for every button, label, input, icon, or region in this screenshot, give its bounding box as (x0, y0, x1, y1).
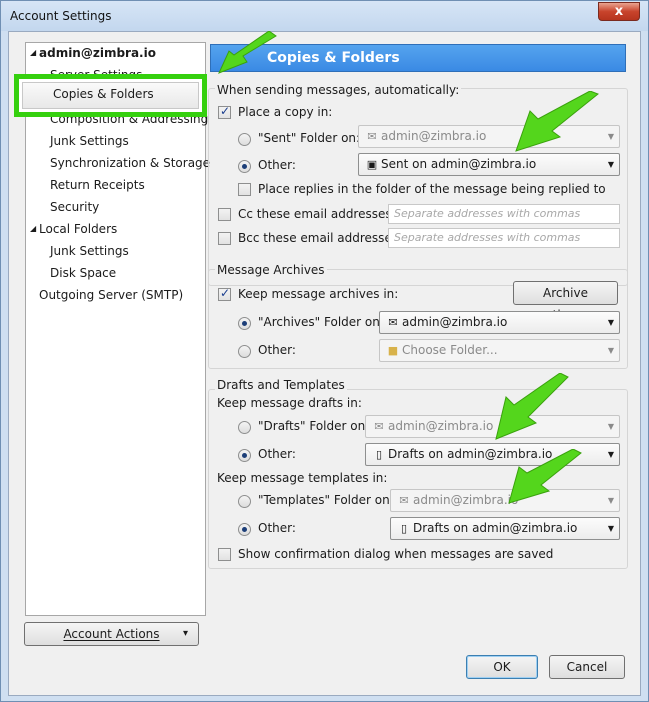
drafts-heading: Keep message drafts in: (217, 396, 362, 410)
sent-folder-radio[interactable] (238, 133, 251, 146)
archives-legend: Message Archives (215, 263, 327, 277)
annotation-arrow-icon (218, 31, 277, 74)
window-title: Account Settings (10, 9, 112, 23)
keep-archives-label: Keep message archives in: (238, 287, 399, 301)
account-icon: ✉ (388, 316, 398, 329)
chevron-down-icon: ▼ (607, 318, 614, 327)
expand-local-icon[interactable]: ◢ (30, 219, 36, 239)
close-button[interactable]: x (598, 2, 640, 21)
folder-icon: ■ (387, 344, 399, 357)
tree-item-security[interactable]: Security (50, 197, 99, 217)
annotation-arrow-icon (515, 91, 599, 152)
archive-options-button[interactable]: Archive options... (513, 281, 618, 322)
templates-folder-label: "Templates" Folder on: (258, 493, 394, 507)
keep-archives-checkbox[interactable] (218, 286, 231, 301)
templates-other-label: Other: (258, 521, 296, 535)
chevron-down-icon: ▼ (607, 132, 614, 141)
account-icon: ✉ (367, 130, 377, 143)
sent-folder-label: "Sent" Folder on: (258, 131, 361, 145)
replies-label: Place replies in the folder of the messa… (258, 182, 606, 196)
place-copy-label: Place a copy in: (238, 105, 333, 119)
confirm-label: Show confirmation dialog when messages a… (238, 547, 554, 561)
cc-checkbox[interactable] (218, 208, 231, 221)
chevron-down-icon: ▼ (607, 422, 614, 431)
archives-other-value: Choose Folder... (402, 343, 498, 357)
tree-local-folders[interactable]: Local Folders (39, 219, 117, 239)
tree-item-sync-storage[interactable]: Synchronization & Storage (50, 153, 210, 173)
bcc-checkbox[interactable] (218, 232, 231, 245)
account-icon: ✉ (399, 494, 409, 507)
confirm-checkbox[interactable] (218, 548, 231, 561)
chevron-down-icon: ▼ (607, 450, 614, 459)
chevron-down-icon: ▼ (607, 346, 614, 355)
cc-label: Cc these email addresses: (238, 207, 396, 221)
chevron-down-icon: ▼ (607, 496, 614, 505)
account-actions-label: Account Actions (63, 627, 160, 641)
tree-account[interactable]: admin@zimbra.io (39, 43, 156, 63)
cancel-button[interactable]: Cancel (549, 655, 625, 679)
templates-heading: Keep message templates in: (217, 471, 388, 485)
document-icon: ▯ (375, 448, 383, 461)
other-sent-select[interactable]: ▣ Sent on admin@zimbra.io ▼ (358, 153, 620, 176)
templates-other-radio[interactable] (238, 523, 251, 536)
tree-item-local-junk[interactable]: Junk Settings (50, 241, 129, 261)
drafts-folder-label: "Drafts" Folder on: (258, 419, 370, 433)
other-sent-label: Other: (258, 158, 296, 172)
expand-account-icon[interactable]: ◢ (30, 43, 36, 63)
replies-checkbox[interactable] (238, 183, 251, 196)
chevron-down-icon: ▼ (607, 160, 614, 169)
templates-other-value: Drafts on admin@zimbra.io (413, 521, 578, 535)
place-copy-checkbox[interactable] (218, 104, 231, 119)
archives-folder-value: admin@zimbra.io (402, 315, 508, 329)
archives-other-select: ■ Choose Folder... ▼ (379, 339, 620, 362)
archives-other-radio[interactable] (238, 345, 251, 358)
tree-item-return-receipts[interactable]: Return Receipts (50, 175, 145, 195)
account-icon: ✉ (374, 420, 384, 433)
account-settings-window: Account Settings x ◢ admin@zimbra.io Ser… (0, 0, 649, 702)
tree-item-copies-folders[interactable]: Copies & Folders (22, 82, 199, 109)
account-actions-button[interactable]: Account Actions ▾ (24, 622, 199, 646)
title-bar: Account Settings x (1, 1, 648, 31)
tree-item-disk-space[interactable]: Disk Space (50, 263, 116, 283)
sending-legend: When sending messages, automatically: (215, 83, 462, 97)
ok-button[interactable]: OK (466, 655, 538, 679)
chevron-down-icon: ▾ (182, 628, 188, 639)
drafts-folder-value: admin@zimbra.io (388, 419, 494, 433)
archives-folder-radio[interactable] (238, 317, 251, 330)
bcc-input[interactable]: Separate addresses with commas (388, 228, 620, 248)
drafts-other-label: Other: (258, 447, 296, 461)
drafts-legend: Drafts and Templates (215, 378, 347, 392)
folder-icon: ▣ (366, 158, 378, 171)
other-sent-radio[interactable] (238, 160, 251, 173)
tree-item-smtp[interactable]: Outgoing Server (SMTP) (39, 285, 183, 305)
annotation-arrow-icon (495, 373, 569, 440)
other-sent-value: Sent on admin@zimbra.io (381, 157, 537, 171)
chevron-down-icon: ▼ (607, 524, 614, 533)
cc-input[interactable]: Separate addresses with commas (388, 204, 620, 224)
archives-folder-label: "Archives" Folder on: (258, 315, 384, 329)
templates-folder-radio[interactable] (238, 495, 251, 508)
tree-item-junk-settings[interactable]: Junk Settings (50, 131, 129, 151)
highlight-box: Copies & Folders (14, 74, 207, 117)
drafts-other-radio[interactable] (238, 449, 251, 462)
sent-folder-value: admin@zimbra.io (381, 129, 487, 143)
account-tree[interactable]: ◢ admin@zimbra.io Server Settings Compos… (25, 42, 210, 616)
page-title: Copies & Folders (267, 50, 400, 66)
archives-folder-select[interactable]: ✉ admin@zimbra.io ▼ (379, 311, 620, 334)
tree-item-copies-folders-label: Copies & Folders (53, 87, 154, 101)
bcc-label: Bcc these email addresses: (238, 231, 403, 245)
templates-other-select[interactable]: ▯ Drafts on admin@zimbra.io ▼ (390, 517, 620, 540)
annotation-arrow-icon (508, 449, 582, 504)
drafts-folder-radio[interactable] (238, 421, 251, 434)
archives-other-label: Other: (258, 343, 296, 357)
document-icon: ▯ (400, 522, 408, 535)
